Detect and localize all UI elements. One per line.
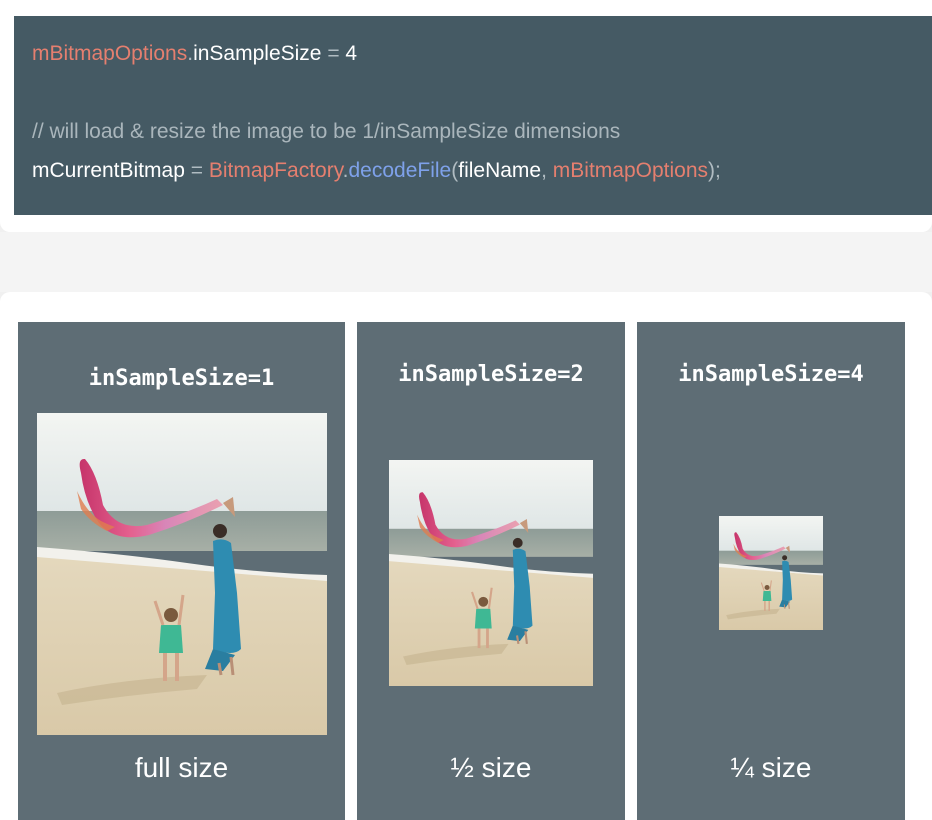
code-token: inSampleSize: [193, 42, 322, 65]
code-token: ,: [541, 159, 553, 182]
panel-title: inSampleSize=4: [678, 362, 864, 387]
code-comment: // will load & resize the image to be 1/…: [32, 120, 621, 143]
panel-caption: ½ size: [450, 752, 532, 783]
code-token: mCurrentBitmap: [32, 159, 185, 182]
code-token: mBitmapOptions: [32, 42, 188, 65]
panel-title: inSampleSize=1: [88, 366, 275, 391]
code-token: fileName: [458, 159, 542, 182]
beach-photo: [719, 516, 823, 630]
code-line-3: mCurrentBitmap = BitmapFactory.decodeFil…: [32, 159, 721, 183]
code-token: decodeFile: [348, 159, 452, 182]
code-line-2: // will load & resize the image to be 1/…: [32, 120, 620, 144]
panel-caption: full size: [134, 752, 229, 783]
beach-photo: [389, 460, 593, 686]
panel-quarter-size: inSampleSize=4 ¼ size: [637, 322, 905, 820]
code-block: mBitmapOptions.inSampleSize = 4 // will …: [14, 16, 932, 215]
separator-band: [0, 232, 932, 292]
code-token: =: [184, 159, 209, 182]
panel-half-size: inSampleSize=2 ½ size: [357, 322, 625, 820]
code-line-1: mBitmapOptions.inSampleSize = 4: [32, 42, 357, 66]
code-token: mBitmapOptions: [552, 159, 709, 182]
panel-title: inSampleSize=2: [398, 362, 584, 387]
code-token: BitmapFactory: [208, 159, 343, 182]
code-token: );: [708, 159, 721, 182]
panel-caption: ¼ size: [730, 752, 812, 783]
code-card: mBitmapOptions.inSampleSize = 4 // will …: [0, 0, 932, 232]
code-token: 4: [345, 42, 358, 65]
beach-photo: [37, 413, 327, 735]
code-token: =: [321, 42, 346, 65]
panel-full-size: inSampleSize=1 full size: [18, 322, 345, 820]
